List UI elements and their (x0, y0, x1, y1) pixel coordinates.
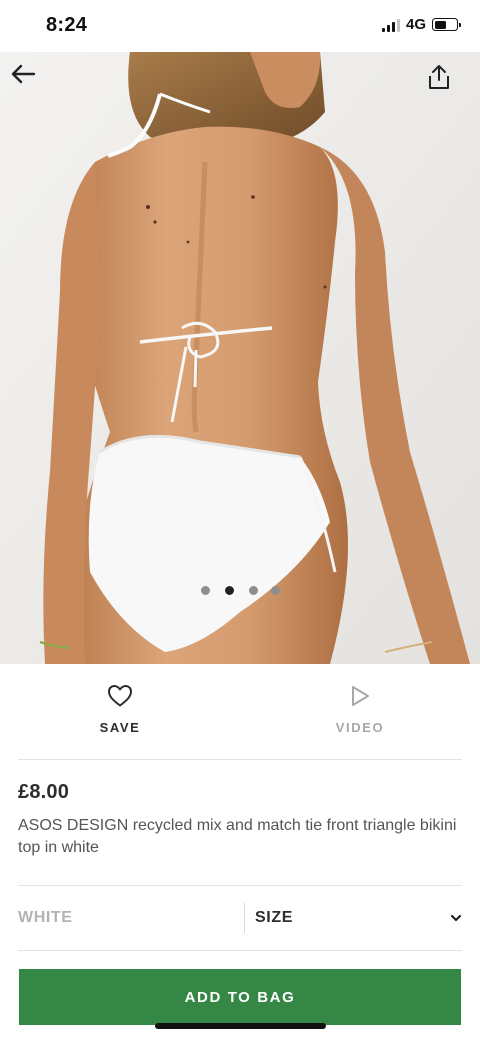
save-button[interactable]: SAVE (0, 664, 240, 760)
product-price: £8.00 (18, 781, 70, 803)
heart-icon (108, 685, 132, 707)
product-photo (0, 52, 480, 664)
size-label: SIZE (255, 909, 293, 926)
product-name: ASOS DESIGN recycled mix and match tie f… (18, 817, 457, 856)
share-icon (429, 65, 449, 89)
video-button[interactable]: VIDEO (240, 664, 480, 760)
network-type: 4G (405, 16, 426, 33)
add-to-bag-button[interactable]: ADD TO BAG (19, 969, 461, 1025)
divider (18, 950, 462, 951)
signal-icon (381, 18, 400, 32)
save-label: SAVE (99, 720, 141, 735)
size-dropdown[interactable]: SIZE (255, 909, 462, 927)
pagination-dot[interactable] (248, 586, 258, 595)
battery-icon (432, 18, 461, 31)
gallery-pagination[interactable] (0, 584, 480, 597)
product-image-gallery[interactable] (0, 52, 480, 664)
video-label: VIDEO (335, 720, 385, 735)
chevron-down-icon (450, 914, 462, 922)
status-bar: 8:24 4G (0, 0, 480, 52)
selector-divider (244, 903, 245, 933)
status-icons: 4G (381, 16, 461, 33)
share-button[interactable] (428, 64, 466, 102)
colour-value: WHITE (18, 909, 73, 926)
status-time: 8:24 (46, 14, 88, 36)
play-icon (352, 686, 369, 706)
home-indicator[interactable] (155, 1023, 326, 1029)
divider (18, 759, 462, 760)
pagination-dot-active[interactable] (222, 584, 236, 597)
arrow-left-icon (11, 64, 36, 84)
pagination-dot[interactable] (200, 586, 210, 595)
product-actions: SAVE VIDEO (0, 664, 480, 760)
variant-selectors: WHITE SIZE (18, 887, 462, 949)
pagination-dot[interactable] (270, 586, 280, 595)
divider (18, 885, 462, 886)
add-to-bag-label: ADD TO BAG (184, 988, 296, 1006)
back-button[interactable] (10, 64, 48, 102)
